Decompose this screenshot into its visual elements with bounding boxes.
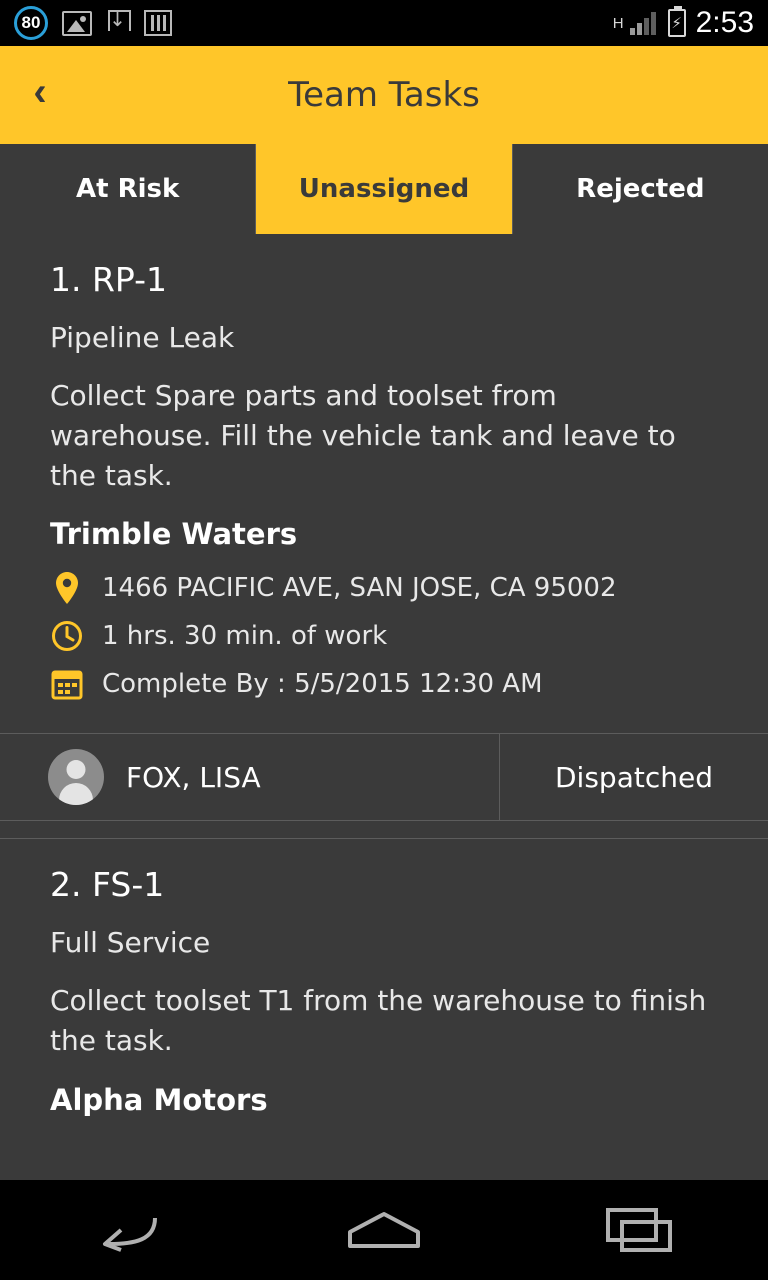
task-card[interactable]: 1. RP-1 Pipeline Leak Collect Spare part…: [0, 234, 768, 822]
photos-icon: [62, 10, 92, 36]
task-description: Collect Spare parts and toolset from war…: [50, 379, 676, 492]
recents-nav-icon[interactable]: [580, 1180, 700, 1280]
tab-unassigned[interactable]: Unassigned: [256, 144, 513, 234]
download-icon: [106, 6, 131, 37]
status-bar-left: 80: [14, 6, 172, 40]
task-duration-row: 1 hrs. 30 min. of work: [50, 619, 720, 653]
avatar: [48, 749, 104, 806]
notification-count-badge: 80: [14, 6, 48, 40]
task-complete-by-row: Complete By : 5/5/2015 12:30 AM: [50, 667, 720, 701]
back-nav-icon[interactable]: [68, 1180, 188, 1280]
task-card-body: 1. RP-1 Pipeline Leak Collect Spare part…: [0, 234, 768, 733]
status-bar-right: H ⚡ 2:53: [613, 6, 754, 40]
status-bar-clock: 2:53: [695, 6, 754, 39]
task-duration: 1 hrs. 30 min. of work: [102, 621, 388, 652]
task-list[interactable]: 1. RP-1 Pipeline Leak Collect Spare part…: [0, 234, 768, 1180]
calendar-icon: [50, 667, 84, 701]
network-type-label: H: [612, 14, 624, 32]
task-address-row: 1466 PACIFIC AVE, SAN JOSE, CA 95002: [50, 571, 720, 605]
task-card[interactable]: 2. FS-1 Full Service Collect toolset T1 …: [0, 839, 768, 1155]
task-type: Full Service: [50, 926, 211, 960]
tab-bar: At Risk Unassigned Rejected: [0, 144, 768, 234]
page-title: Team Tasks: [288, 75, 480, 115]
task-address: 1466 PACIFIC AVE, SAN JOSE, CA 95002: [102, 573, 617, 604]
task-title: 2. FS-1: [50, 865, 165, 905]
task-card-body: 2. FS-1 Full Service Collect toolset T1 …: [0, 839, 768, 1155]
tab-rejected[interactable]: Rejected: [512, 144, 768, 234]
task-type: Pipeline Leak: [50, 321, 235, 354]
assignee-name: FOX, LISA: [126, 760, 261, 794]
task-assignee[interactable]: FOX, LISA: [0, 734, 500, 821]
task-customer: Trimble Waters: [50, 517, 298, 552]
status-bar: 80 H ⚡ 2:53: [0, 0, 768, 46]
task-customer: Alpha Motors: [50, 1082, 268, 1117]
task-card-footer: FOX, LISA Dispatched: [0, 733, 768, 822]
tab-at-risk[interactable]: At Risk: [0, 144, 257, 234]
bars-icon: [144, 10, 172, 36]
clock-icon: [50, 619, 84, 653]
battery-charging-icon: ⚡: [667, 6, 686, 37]
card-separator: [0, 821, 768, 840]
task-complete-by: Complete By : 5/5/2015 12:30 AM: [102, 669, 543, 700]
status-badge[interactable]: Dispatched: [500, 734, 768, 820]
task-description: Collect toolset T1 from the warehouse to…: [50, 984, 707, 1057]
signal-icon: [629, 11, 658, 35]
phone-screen: 80 H ⚡ 2:53 ‹ Team Tasks At Risk Unassig…: [0, 0, 768, 1280]
home-nav-icon[interactable]: [324, 1180, 444, 1280]
app-bar: ‹ Team Tasks: [0, 46, 768, 144]
back-button[interactable]: ‹: [0, 46, 80, 144]
task-title: 1. RP-1: [50, 260, 167, 299]
location-pin-icon: [50, 571, 84, 605]
system-nav-bar: [0, 1180, 768, 1280]
